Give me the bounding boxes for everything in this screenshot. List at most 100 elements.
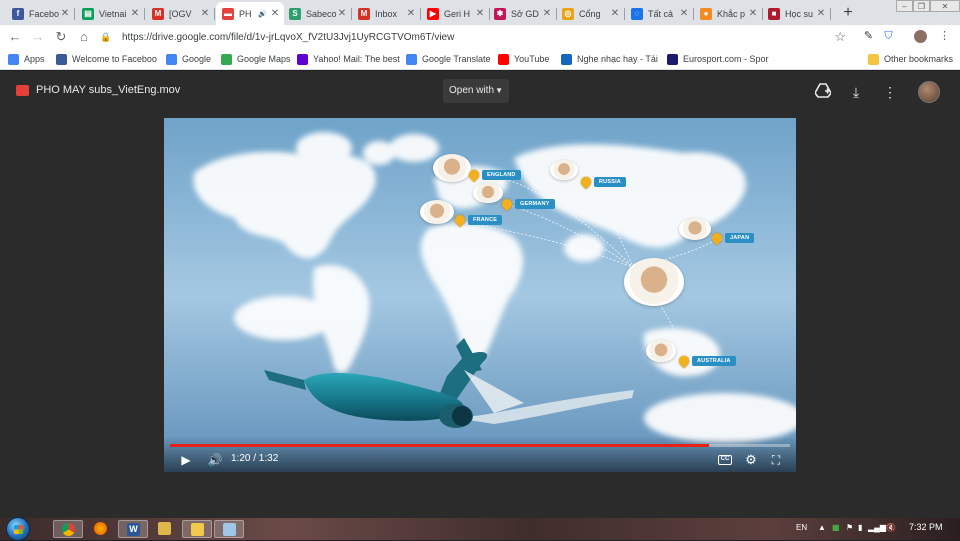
bookmark-star-icon[interactable]: ☆ [834, 29, 846, 45]
tab-label: Sabeco [306, 8, 337, 19]
taskbar-app-2[interactable] [214, 520, 244, 538]
chrome-menu-icon[interactable]: ⋮ [938, 30, 951, 43]
start-button[interactable] [6, 517, 30, 541]
close-tab-icon[interactable]: ✕ [610, 8, 620, 19]
close-tab-icon[interactable]: ✕ [337, 8, 347, 19]
close-tab-icon[interactable]: ✕ [679, 8, 689, 19]
bookmark-item[interactable]: Nghe nhạc hay - Tải [561, 52, 658, 66]
close-tab-icon[interactable]: ✕ [406, 8, 416, 19]
tray-expand-icon[interactable]: ▲ [818, 523, 826, 532]
pho-bowl-main-icon [624, 258, 684, 306]
close-tab-icon[interactable]: ✕ [816, 8, 826, 19]
lock-icon: 🔒 [100, 31, 112, 42]
video-file-icon [16, 85, 29, 96]
taskbar-word[interactable]: W [118, 520, 148, 538]
tray-flag-icon[interactable]: ⚑ [846, 523, 853, 532]
bookmark-item[interactable]: Yahoo! Mail: The best [297, 52, 400, 66]
download-icon[interactable]: ⤓ [847, 83, 865, 101]
youtube-icon [498, 53, 509, 65]
chevron-down-icon: ▼ [495, 86, 503, 95]
snowflake-icon: ✱ [494, 7, 506, 20]
open-with-label: Open with [449, 85, 495, 96]
time-display: 1:20 / 1:32 [231, 453, 279, 464]
bookmark-item[interactable]: Apps [8, 52, 45, 66]
volume-muted-icon[interactable]: 🔇 [886, 523, 896, 532]
bookmark-label: Apps [24, 54, 45, 64]
back-button[interactable]: ← [7, 29, 23, 45]
bookmark-item[interactable]: Eurosport.com - Spor [667, 52, 769, 66]
tab-3[interactable]: M [OGV ✕ [146, 2, 215, 25]
bookmark-item[interactable]: Google Maps [221, 52, 291, 66]
taskbar-explorer[interactable] [182, 520, 212, 538]
close-tab-icon[interactable]: ✕ [130, 8, 140, 19]
tab-label: [OGV [169, 8, 192, 19]
play-icon[interactable]: ▶ [178, 452, 194, 468]
bookmark-item[interactable]: Google [166, 52, 211, 66]
settings-gear-icon[interactable]: ⚙ [743, 452, 759, 468]
audio-playing-icon[interactable]: 🔊 [258, 10, 267, 18]
new-tab-button[interactable]: + [838, 3, 858, 23]
taskbar-chrome[interactable] [53, 520, 83, 538]
pho-bowl-icon [679, 218, 711, 240]
restore-button[interactable]: ❐ [913, 0, 930, 12]
shield-icon[interactable]: ⛉ [882, 30, 895, 43]
bookmark-item[interactable]: YouTube [498, 52, 549, 66]
address-bar[interactable]: 🔒 https://drive.google.com/file/d/1v-jrL… [100, 27, 852, 47]
profile-avatar-icon[interactable] [914, 30, 927, 43]
tab-1[interactable]: f Facebo ✕ [6, 2, 75, 25]
taskbar-app[interactable] [150, 520, 180, 538]
tab-label: PH [239, 8, 252, 19]
bookmarks-bar: Apps Welcome to Faceboo Google Google Maps Y… [0, 48, 960, 70]
bookmark-item[interactable]: Welcome to Faceboo [56, 52, 157, 66]
volume-icon[interactable]: 🔊 [206, 452, 224, 468]
tab-11[interactable]: ● Khắc p ✕ [694, 2, 763, 25]
close-window-button[interactable]: ✕ [930, 0, 960, 12]
bookmark-item[interactable]: Google Translate [406, 52, 491, 66]
close-tab-icon[interactable]: ✕ [542, 8, 552, 19]
video-player[interactable]: ENGLAND RUSSIA GERMANY FRANCE JAPAN AUST… [164, 118, 796, 472]
tab-5[interactable]: S Sabeco ✕ [283, 2, 352, 25]
close-tab-icon[interactable]: ✕ [60, 8, 70, 19]
sheets-icon: ▤ [82, 7, 94, 20]
avatar[interactable] [918, 81, 940, 103]
gmail-icon: M [358, 7, 370, 20]
close-tab-icon[interactable]: ✕ [200, 8, 210, 19]
tab-8[interactable]: ✱ Sở GD ✕ [488, 2, 557, 25]
bookmark-label: Welcome to Faceboo [72, 54, 157, 64]
video-progress-bar[interactable] [170, 444, 790, 447]
destination-england: ENGLAND [466, 167, 521, 183]
captions-icon[interactable]: CC [718, 455, 732, 465]
language-indicator[interactable]: EN [796, 523, 807, 532]
tab-7[interactable]: ▶ Geri H ✕ [421, 2, 490, 25]
more-options-icon[interactable]: ⋮ [881, 83, 899, 101]
map-pin-icon [578, 174, 594, 190]
tab-2[interactable]: ▤ Vietnai ✕ [76, 2, 145, 25]
taskbar-firefox[interactable] [86, 520, 116, 538]
bookmark-label: Google Maps [237, 54, 291, 64]
tab-12[interactable]: ■ Học su ✕ [762, 2, 831, 25]
extension-icon[interactable]: ✎ [862, 30, 875, 43]
destination-russia: RUSSIA [578, 174, 626, 190]
tab-9[interactable]: ◎ Cổng ✕ [556, 2, 625, 25]
open-with-button[interactable]: Open with ▼ [443, 79, 509, 103]
tab-6[interactable]: M Inbox ✕ [352, 2, 421, 25]
close-tab-icon[interactable]: ✕ [270, 8, 280, 19]
tab-10[interactable]: ◌ Tất cả ✕ [625, 2, 694, 25]
tab-4[interactable]: ▬ PH 🔊 ✕ [216, 2, 284, 25]
minimize-button[interactable]: – [896, 0, 913, 12]
add-to-drive-icon[interactable] [814, 83, 832, 101]
window-controls: – ❐ ✕ [896, 0, 960, 12]
bookmark-item[interactable]: Other bookmarks [868, 52, 953, 66]
reload-button[interactable]: ↻ [53, 29, 69, 45]
tray-app-icon[interactable]: ▦ [832, 523, 840, 532]
fullscreen-icon[interactable]: ⛶ [768, 452, 784, 468]
forward-button[interactable]: → [30, 29, 46, 45]
close-tab-icon[interactable]: ✕ [475, 8, 485, 19]
tray-device-icon[interactable]: ▮ [858, 523, 862, 532]
tab-label: Vietnai [99, 8, 127, 19]
network-signal-icon[interactable]: ▂▄▆ [868, 523, 886, 532]
home-button[interactable]: ⌂ [76, 29, 92, 45]
close-tab-icon[interactable]: ✕ [748, 8, 758, 19]
taskbar-clock[interactable]: 7:32 PM [909, 522, 943, 532]
maps-icon [221, 53, 232, 65]
